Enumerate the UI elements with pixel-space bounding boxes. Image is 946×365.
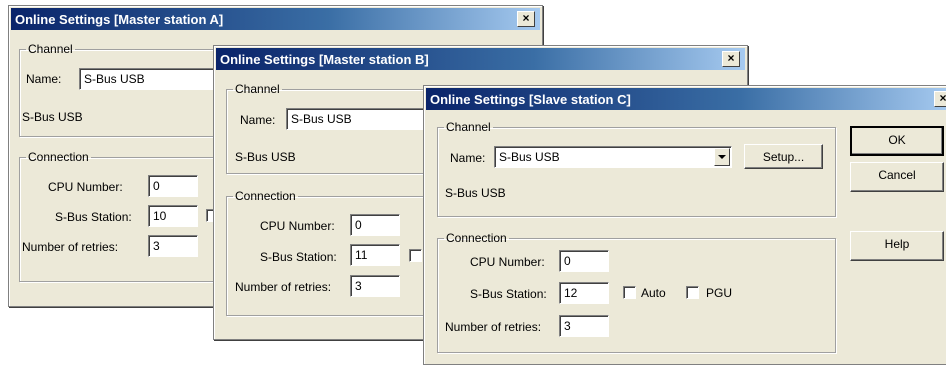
cpu-number-input[interactable]: 0 xyxy=(350,214,400,236)
name-combo[interactable]: S-Bus USB xyxy=(286,108,431,130)
dialog-title: Online Settings [Master station A] xyxy=(15,12,224,27)
help-button[interactable]: Help xyxy=(850,231,944,261)
ok-button[interactable]: OK xyxy=(850,126,944,156)
title-bar: Online Settings [Slave station C] × xyxy=(426,88,946,110)
dialog-title: Online Settings [Slave station C] xyxy=(430,92,631,107)
dialog-title: Online Settings [Master station B] xyxy=(220,52,429,67)
cpu-number-input[interactable]: 0 xyxy=(148,175,198,197)
retries-label: Number of retries: xyxy=(22,240,119,254)
title-bar: Online Settings [Master station A] × xyxy=(11,8,540,30)
connection-legend: Connection xyxy=(235,189,296,203)
ok-button-label: OK xyxy=(888,133,906,147)
help-button-label: Help xyxy=(884,237,910,251)
connection-legend: Connection xyxy=(28,150,89,164)
setup-button-label: Setup... xyxy=(762,150,805,164)
sbus-station-label: S-Bus Station: xyxy=(470,287,547,301)
retries-label: Number of retries: xyxy=(235,280,332,294)
name-label: Name: xyxy=(450,151,486,165)
name-label: Name: xyxy=(240,113,276,127)
auto-checkbox[interactable] xyxy=(623,286,636,299)
channel-description: S-Bus USB xyxy=(235,150,296,164)
name-combo[interactable]: S-Bus USB xyxy=(79,68,234,90)
sbus-station-label: S-Bus Station: xyxy=(260,250,337,264)
channel-description: S-Bus USB xyxy=(445,186,506,200)
retries-input[interactable]: 3 xyxy=(148,235,198,257)
pgu-label: PGU xyxy=(706,286,733,300)
pgu-checkbox[interactable] xyxy=(686,286,699,299)
sbus-station-label: S-Bus Station: xyxy=(55,210,132,224)
close-button[interactable]: × xyxy=(517,11,535,27)
retries-input[interactable]: 3 xyxy=(350,275,400,297)
dropdown-button[interactable] xyxy=(714,148,730,166)
channel-legend: Channel xyxy=(446,120,491,134)
cancel-button-label: Cancel xyxy=(878,168,916,182)
sbus-station-input[interactable]: 11 xyxy=(350,244,400,266)
connection-legend: Connection xyxy=(446,231,507,245)
cpu-number-label: CPU Number: xyxy=(48,180,123,194)
cpu-number-label: CPU Number: xyxy=(470,255,545,269)
close-icon: × xyxy=(939,91,946,105)
name-combo-value: S-Bus USB xyxy=(499,150,560,164)
auto-checkbox[interactable] xyxy=(409,249,422,262)
setup-button[interactable]: Setup... xyxy=(744,144,823,169)
sbus-station-input[interactable]: 12 xyxy=(559,282,609,304)
name-combo[interactable]: S-Bus USB xyxy=(494,146,732,168)
chevron-down-icon xyxy=(718,155,726,159)
close-icon: × xyxy=(727,51,735,65)
retries-label: Number of retries: xyxy=(445,320,542,334)
close-button[interactable]: × xyxy=(934,91,946,107)
channel-description: S-Bus USB xyxy=(22,110,83,124)
cpu-number-label: CPU Number: xyxy=(260,219,335,233)
retries-input[interactable]: 3 xyxy=(559,315,609,337)
name-label: Name: xyxy=(26,72,62,86)
cancel-button[interactable]: Cancel xyxy=(850,162,944,192)
close-icon: × xyxy=(522,11,530,25)
channel-legend: Channel xyxy=(235,82,280,96)
auto-label: Auto xyxy=(641,286,666,300)
title-bar: Online Settings [Master station B] × xyxy=(216,48,745,70)
channel-legend: Channel xyxy=(28,42,73,56)
dialog-slave-station-c: Online Settings [Slave station C] × Chan… xyxy=(423,85,946,365)
cpu-number-input[interactable]: 0 xyxy=(559,250,609,272)
sbus-station-input[interactable]: 10 xyxy=(148,205,198,227)
close-button[interactable]: × xyxy=(722,51,740,67)
